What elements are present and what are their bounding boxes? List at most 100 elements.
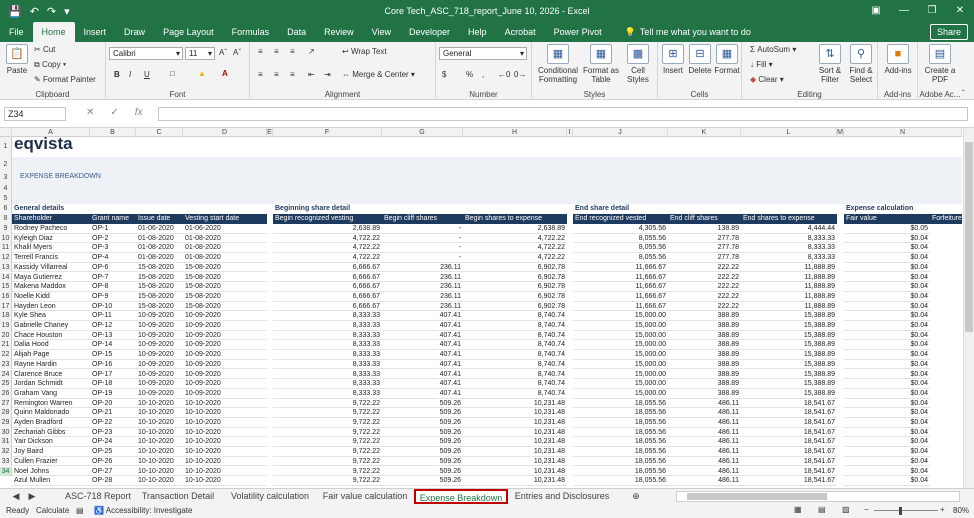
table-cell[interactable]: 388.89 — [668, 321, 741, 331]
table-cell[interactable]: OP-12 — [90, 321, 136, 331]
table-cell[interactable]: Cullen Frazier — [12, 457, 90, 467]
table-cell[interactable]: Dalia Hood — [12, 340, 90, 351]
table-cell[interactable]: 15,388.89 — [741, 331, 837, 341]
cell-styles-button[interactable]: ▩ Cell Styles — [622, 44, 654, 84]
table-cell[interactable]: 486.11 — [668, 457, 741, 467]
table-cell[interactable]: OP-13 — [90, 331, 136, 341]
table-cell[interactable]: 388.89 — [668, 360, 741, 370]
table-cell[interactable]: 4,722.22 — [463, 253, 567, 263]
table-cell[interactable]: 6,666.67 — [273, 292, 382, 302]
table-cell[interactable]: 15,388.89 — [741, 379, 837, 389]
scroll-thumb[interactable] — [965, 142, 973, 332]
format-cells-button[interactable]: ▦ Format — [714, 44, 740, 75]
table-cell[interactable]: 10-10-2020 — [183, 476, 267, 486]
table-cell[interactable]: 11,888.89 — [741, 263, 837, 273]
table-cell[interactable]: OP-4 — [90, 253, 136, 263]
table-cell[interactable]: 407.41 — [382, 360, 463, 370]
row-header[interactable]: 25 — [0, 379, 12, 389]
table-cell[interactable]: 8,740.74 — [463, 340, 567, 351]
insert-cells-button[interactable]: ⊞ Insert — [660, 44, 686, 75]
row-header[interactable]: 21 — [0, 340, 12, 351]
table-cell[interactable]: 486.11 — [668, 418, 741, 428]
row-header[interactable]: 27 — [0, 398, 12, 409]
page-layout-view-icon[interactable]: ▤ — [818, 505, 826, 514]
middle-align-icon[interactable]: ≡ — [274, 47, 279, 56]
row-header[interactable]: 13 — [0, 262, 12, 273]
table-cell[interactable]: 15-08-2020 — [183, 292, 267, 302]
table-cell[interactable]: OP-14 — [90, 340, 136, 351]
table-cell[interactable]: 4,722.22 — [463, 243, 567, 254]
table-cell[interactable]: Kyle Shea — [12, 311, 90, 321]
table-cell[interactable]: 15,388.89 — [741, 350, 837, 360]
row-header[interactable]: 4 — [0, 183, 12, 194]
currency-button[interactable]: $ — [442, 70, 446, 79]
table-cell[interactable]: 15-08-2020 — [136, 273, 183, 283]
find-select-button[interactable]: ⚲ Find & Select — [846, 44, 876, 84]
table-cell[interactable]: 18,541.67 — [741, 408, 837, 418]
table-cell[interactable]: 10-10-2020 — [136, 467, 183, 477]
table-cell[interactable]: 15-08-2020 — [183, 263, 267, 273]
table-cell[interactable]: 10,231.48 — [463, 476, 567, 486]
table-cell[interactable]: $0.04 — [844, 243, 930, 254]
ribbon-tab-file[interactable]: File — [0, 22, 33, 42]
table-cell[interactable]: 18,055.56 — [573, 418, 668, 428]
row-header[interactable]: 30 — [0, 427, 12, 438]
table-cell[interactable]: 18,055.56 — [573, 437, 668, 448]
table-cell[interactable]: OP-28 — [90, 476, 136, 486]
table-cell[interactable]: 11,888.89 — [741, 292, 837, 302]
column-header[interactable]: N — [844, 128, 962, 137]
table-cell[interactable]: 10-09-2020 — [136, 379, 183, 389]
table-cell[interactable]: 10-09-2020 — [136, 321, 183, 331]
row-header[interactable]: 15 — [0, 282, 12, 292]
table-cell[interactable]: OP-11 — [90, 311, 136, 321]
grow-font-button[interactable]: Aˆ — [219, 48, 227, 57]
table-cell[interactable]: 15,388.89 — [741, 360, 837, 370]
table-cell[interactable]: 236.11 — [382, 302, 463, 312]
font-size-select[interactable]: 11 ▾ — [185, 47, 215, 60]
table-cell[interactable]: 4,722.22 — [273, 243, 382, 254]
table-cell[interactable]: 18,055.56 — [573, 408, 668, 418]
table-cell[interactable]: 15-08-2020 — [136, 292, 183, 302]
table-cell[interactable]: 10-09-2020 — [183, 331, 267, 341]
fill-color-icon[interactable]: ▲ — [198, 69, 206, 78]
table-cell[interactable]: 15,388.89 — [741, 340, 837, 351]
table-cell[interactable]: $0.04 — [844, 292, 930, 302]
accessibility-status[interactable]: ♿ Accessibility: Investigate — [94, 506, 192, 515]
table-cell[interactable]: $0.04 — [844, 389, 930, 399]
table-cell[interactable]: OP-27 — [90, 467, 136, 477]
table-cell[interactable]: 01-08-2020 — [183, 243, 267, 254]
row-header[interactable]: 5 — [0, 194, 12, 204]
table-cell[interactable]: Quinn Maldonado — [12, 408, 90, 418]
row-header[interactable]: 19 — [0, 321, 12, 331]
table-cell[interactable]: 486.11 — [668, 467, 741, 477]
table-cell[interactable]: OP-25 — [90, 447, 136, 457]
row-header[interactable]: 8 — [0, 214, 12, 224]
table-cell[interactable]: OP-21 — [90, 408, 136, 418]
row-header[interactable]: 12 — [0, 253, 12, 263]
row-header[interactable]: 1 — [0, 137, 12, 157]
table-cell[interactable]: 407.41 — [382, 340, 463, 351]
number-format-select[interactable]: General ▾ — [439, 47, 527, 60]
table-cell[interactable]: 10-09-2020 — [183, 389, 267, 399]
table-cell[interactable]: Kassidy Villarreal — [12, 263, 90, 273]
table-cell[interactable]: 9,722.22 — [273, 447, 382, 457]
font-name-select[interactable]: Calibri ▾ — [109, 47, 183, 60]
table-cell[interactable]: 18,541.67 — [741, 418, 837, 428]
table-cell[interactable]: 8,055.56 — [573, 234, 668, 244]
table-cell[interactable]: 10-09-2020 — [136, 360, 183, 370]
table-cell[interactable]: OP-7 — [90, 273, 136, 283]
copy-button[interactable]: ⧉ Copy ▾ — [34, 60, 66, 70]
table-cell[interactable]: 4,305.56 — [573, 224, 668, 234]
row-header[interactable]: 20 — [0, 330, 12, 341]
table-cell[interactable]: 15,000.00 — [573, 379, 668, 389]
table-cell[interactable]: 11,888.89 — [741, 302, 837, 312]
table-cell[interactable]: 10-10-2020 — [136, 457, 183, 467]
table-cell[interactable]: OP-24 — [90, 437, 136, 448]
table-cell[interactable]: 486.11 — [668, 408, 741, 418]
column-header[interactable]: M — [837, 128, 844, 137]
table-cell[interactable]: Azul Mullen — [12, 476, 90, 486]
table-cell[interactable]: 509.26 — [382, 467, 463, 477]
table-cell[interactable]: 8,333.33 — [273, 379, 382, 389]
table-cell[interactable]: 8,740.74 — [463, 331, 567, 341]
shrink-font-button[interactable]: Aˇ — [233, 48, 241, 57]
